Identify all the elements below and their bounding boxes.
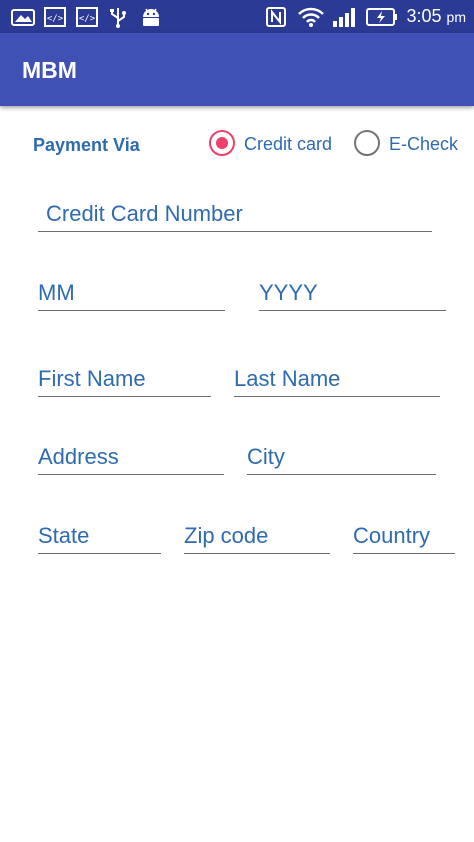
zip-code-field[interactable]: [184, 514, 330, 554]
city-field[interactable]: [247, 435, 436, 475]
app-bar: MBM: [0, 33, 474, 106]
first-name-input[interactable]: [38, 364, 211, 394]
nfc-icon: [266, 6, 286, 27]
month-input[interactable]: [38, 278, 225, 308]
country-input[interactable]: [353, 521, 455, 551]
payment-via-label: Payment Via: [33, 135, 140, 155]
svg-text:</>: </>: [79, 14, 96, 24]
state-field[interactable]: [38, 514, 161, 554]
country-field[interactable]: [353, 514, 455, 554]
code-icon: </>: [44, 6, 66, 27]
card-number-field[interactable]: [38, 192, 432, 232]
status-time: 3:05 pm: [406, 6, 466, 26]
status-bar: </> </> 3:05 pm: [0, 0, 474, 33]
android-icon: [140, 6, 162, 27]
state-input[interactable]: [38, 521, 161, 551]
last-name-input[interactable]: [234, 364, 440, 394]
zip-code-input[interactable]: [184, 521, 330, 551]
battery-charging-icon: [366, 6, 398, 27]
last-name-field[interactable]: [234, 357, 440, 397]
code-icon: </>: [76, 6, 98, 27]
year-field[interactable]: [259, 271, 446, 311]
city-input[interactable]: [247, 442, 436, 472]
address-input[interactable]: [38, 442, 224, 472]
e-check-label[interactable]: E-Check: [389, 133, 458, 155]
month-field[interactable]: [38, 271, 225, 311]
credit-card-radio[interactable]: [209, 130, 235, 156]
usb-icon: [108, 6, 128, 28]
credit-card-label[interactable]: Credit card: [244, 133, 332, 155]
e-check-radio[interactable]: [354, 130, 380, 156]
app-title: MBM: [22, 57, 77, 83]
first-name-field[interactable]: [38, 357, 211, 397]
svg-text:</>: </>: [47, 14, 64, 24]
image-icon: [10, 6, 36, 27]
wifi-icon: [297, 6, 325, 27]
card-number-input[interactable]: [46, 199, 426, 229]
signal-icon: [332, 6, 358, 27]
year-input[interactable]: [259, 278, 446, 308]
address-field[interactable]: [38, 435, 224, 475]
